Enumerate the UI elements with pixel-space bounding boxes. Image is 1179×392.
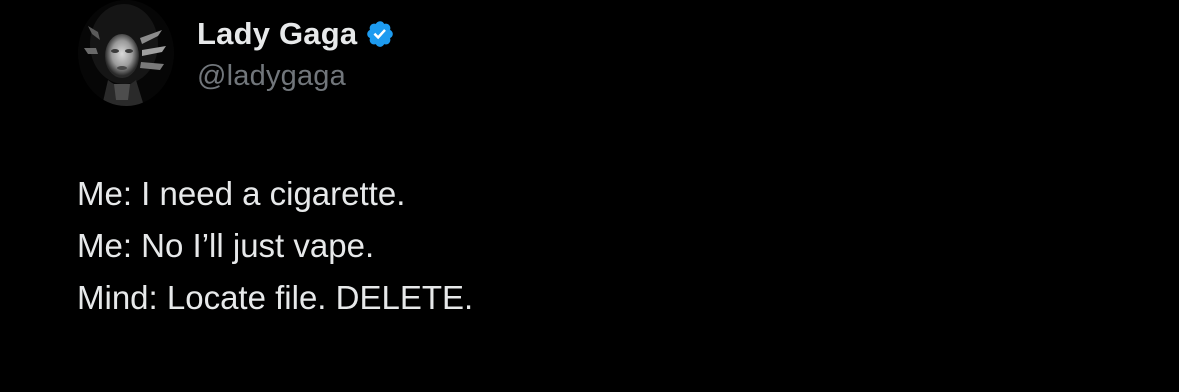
- profile-photo-icon: [78, 0, 174, 106]
- tweet-text-line: Mind: Locate file. DELETE.: [77, 279, 474, 316]
- avatar[interactable]: [78, 0, 174, 106]
- verified-badge-icon[interactable]: [365, 19, 395, 49]
- user-handle[interactable]: @ladygaga: [197, 60, 395, 93]
- tweet-body: Me: I need a cigarette. Me: No I’ll just…: [77, 168, 473, 324]
- tweet-header: Lady Gaga @ladygaga: [197, 14, 395, 93]
- display-name[interactable]: Lady Gaga: [197, 16, 357, 52]
- tweet-card: Lady Gaga @ladygaga Me: I need a cigaret…: [0, 0, 1179, 392]
- name-row: Lady Gaga: [197, 14, 395, 54]
- tweet-text-line: Me: I need a cigarette.: [77, 175, 406, 212]
- tweet-text-line: Me: No I’ll just vape.: [77, 227, 375, 264]
